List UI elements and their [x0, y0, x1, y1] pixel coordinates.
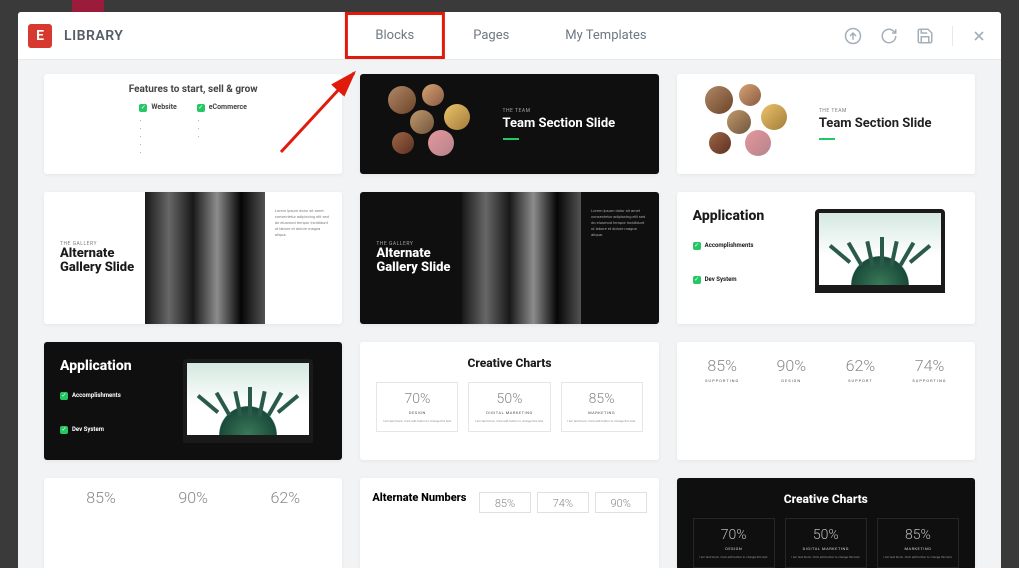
tab-pages[interactable]: Pages — [445, 12, 537, 59]
template-card[interactable]: 85% 90% 62% — [44, 478, 342, 568]
template-title: Team Section Slide — [503, 117, 645, 132]
template-card[interactable]: Creative Charts 70%DESIGNI am text block… — [677, 478, 975, 568]
library-header: E LIBRARY Blocks Pages My Templates — [18, 12, 1001, 60]
close-button[interactable] — [971, 28, 987, 44]
template-title: Alternate Gallery Slide — [376, 247, 461, 276]
header-actions — [844, 26, 987, 46]
template-title: Creative Charts — [376, 356, 642, 370]
template-title: Application — [60, 358, 163, 374]
library-tabs: Blocks Pages My Templates — [344, 12, 674, 59]
template-card[interactable]: THE GALLERYAlternate Gallery Slide Lorem… — [360, 192, 658, 324]
tab-my-templates[interactable]: My Templates — [537, 12, 674, 59]
library-modal: E LIBRARY Blocks Pages My Templates — [18, 12, 1001, 568]
divider — [952, 26, 953, 46]
template-title: Creative Charts — [693, 492, 959, 506]
save-button[interactable] — [916, 27, 934, 45]
import-button[interactable] — [844, 27, 862, 45]
template-card[interactable]: Alternate Numbers 85% 74% 90% — [360, 478, 658, 568]
template-title: Alternate Numbers — [372, 492, 471, 504]
template-title: Team Section Slide — [819, 117, 961, 132]
tab-blocks[interactable]: Blocks — [344, 12, 445, 59]
templates-scroll[interactable]: Features to start, sell & grow Website e… — [18, 60, 1001, 568]
template-title: Alternate Gallery Slide — [60, 247, 145, 276]
template-title: Application — [693, 208, 796, 224]
template-card[interactable]: THE TEAMTeam Section Slide — [677, 74, 975, 174]
template-card[interactable]: Application Accomplishments Dev System — [44, 342, 342, 460]
template-card[interactable]: Creative Charts 70%DESIGNI am text block… — [360, 342, 658, 460]
template-card[interactable]: THE TEAMTeam Section Slide — [360, 74, 658, 174]
library-title: LIBRARY — [64, 28, 123, 44]
template-card[interactable]: 85%SUPPORTING 90%DESIGN 62%SUPPORT 74%SU… — [677, 342, 975, 460]
templates-grid: Features to start, sell & grow Website e… — [44, 74, 975, 568]
sync-button[interactable] — [880, 27, 898, 45]
template-card[interactable]: THE GALLERYAlternate Gallery Slide Lorem… — [44, 192, 342, 324]
template-card[interactable]: Application Accomplishments Dev System — [677, 192, 975, 324]
template-card[interactable]: Features to start, sell & grow Website e… — [44, 74, 342, 174]
background-badge — [72, 0, 104, 12]
elementor-logo-icon: E — [28, 24, 52, 48]
template-title: Features to start, sell & grow — [64, 84, 322, 95]
